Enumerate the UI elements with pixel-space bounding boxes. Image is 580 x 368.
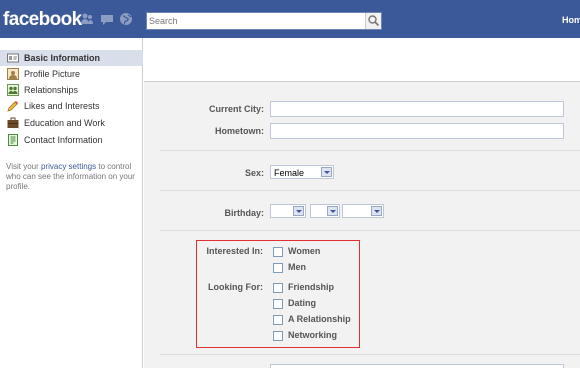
id-card-icon — [7, 52, 19, 64]
sidebar-item-label: Relationships — [24, 85, 79, 95]
birthday-year-select[interactable] — [342, 204, 384, 218]
sidebar-item-label: Education and Work — [24, 118, 105, 128]
privacy-settings-link[interactable]: privacy settings — [41, 162, 96, 171]
sidebar: Basic Information Profile Picture Relati… — [0, 38, 143, 368]
facebook-logo[interactable]: facebook — [3, 9, 82, 31]
checkbox-friendship-label: Friendship — [288, 282, 335, 292]
checkbox-men[interactable] — [273, 263, 283, 273]
checkbox-men-label: Men — [288, 262, 306, 272]
birthday-day-select[interactable] — [310, 204, 340, 218]
birthday-label: Birthday: — [224, 208, 264, 218]
checkbox-networking-label: Networking — [288, 330, 338, 340]
checkbox-dating-label: Dating — [288, 298, 316, 308]
home-link[interactable]: Home — [562, 15, 580, 25]
search-box — [146, 12, 382, 30]
chevron-down-icon — [327, 206, 338, 216]
sidebar-item-profile-picture[interactable]: Profile Picture — [0, 66, 143, 82]
contact-card-icon — [7, 134, 19, 146]
divider — [160, 354, 580, 355]
sidebar-item-label: Profile Picture — [24, 69, 81, 79]
basic-information-form: Current City: Hometown: Sex: Female Birt… — [144, 38, 580, 368]
current-city-field[interactable] — [270, 101, 564, 117]
checkbox-a-relationship[interactable] — [273, 315, 283, 325]
sidebar-item-label: Contact Information — [24, 135, 103, 145]
checkbox-dating[interactable] — [273, 299, 283, 309]
top-bar: facebook Home — [0, 0, 580, 38]
chevron-down-icon — [321, 167, 332, 177]
current-city-label: Current City: — [208, 104, 264, 114]
sex-select-value: Female — [274, 168, 305, 178]
privacy-note: Visit your privacy settings to control w… — [6, 162, 135, 191]
sex-select[interactable]: Female — [270, 165, 334, 179]
checkbox-a-relationship-label: A Relationship — [288, 314, 351, 324]
checkbox-networking[interactable] — [273, 331, 283, 341]
divider — [160, 230, 580, 231]
hometown-field[interactable] — [270, 123, 564, 139]
friend-requests-icon[interactable] — [80, 12, 94, 26]
looking-for-label: Looking For: — [208, 282, 263, 292]
sidebar-item-basic-information[interactable]: Basic Information — [0, 50, 143, 66]
picture-frame-icon — [7, 68, 19, 80]
messages-icon[interactable] — [100, 12, 114, 26]
search-magnifier-icon — [366, 15, 381, 30]
chevron-down-icon — [371, 206, 382, 216]
search-input[interactable] — [149, 14, 361, 28]
checkbox-friendship[interactable] — [273, 283, 283, 293]
interests-highlight-box: Interested In: Women Men Looking For: Fr… — [196, 240, 360, 348]
next-field[interactable] — [270, 364, 564, 368]
sidebar-item-label: Likes and Interests — [24, 101, 100, 111]
briefcase-icon — [7, 117, 19, 129]
sidebar-item-education-and-work[interactable]: Education and Work — [0, 115, 143, 131]
chevron-down-icon — [293, 206, 304, 216]
people-icon — [7, 84, 19, 96]
checkbox-women-label: Women — [288, 246, 321, 256]
hometown-label: Hometown: — [215, 126, 264, 136]
pencil-icon — [7, 100, 19, 112]
sidebar-item-relationships[interactable]: Relationships — [0, 82, 143, 98]
divider — [160, 150, 580, 151]
divider — [160, 190, 580, 191]
birthday-month-select[interactable] — [270, 204, 306, 218]
search-button[interactable] — [365, 13, 381, 29]
notifications-globe-icon[interactable] — [119, 12, 133, 26]
interested-in-label: Interested In: — [206, 246, 263, 256]
sidebar-item-likes-and-interests[interactable]: Likes and Interests — [0, 98, 143, 114]
main-header-area — [144, 38, 580, 82]
checkbox-women[interactable] — [273, 247, 283, 257]
sex-label: Sex: — [244, 168, 264, 178]
sidebar-item-contact-information[interactable]: Contact Information — [0, 132, 143, 148]
sidebar-item-label: Basic Information — [24, 53, 101, 63]
